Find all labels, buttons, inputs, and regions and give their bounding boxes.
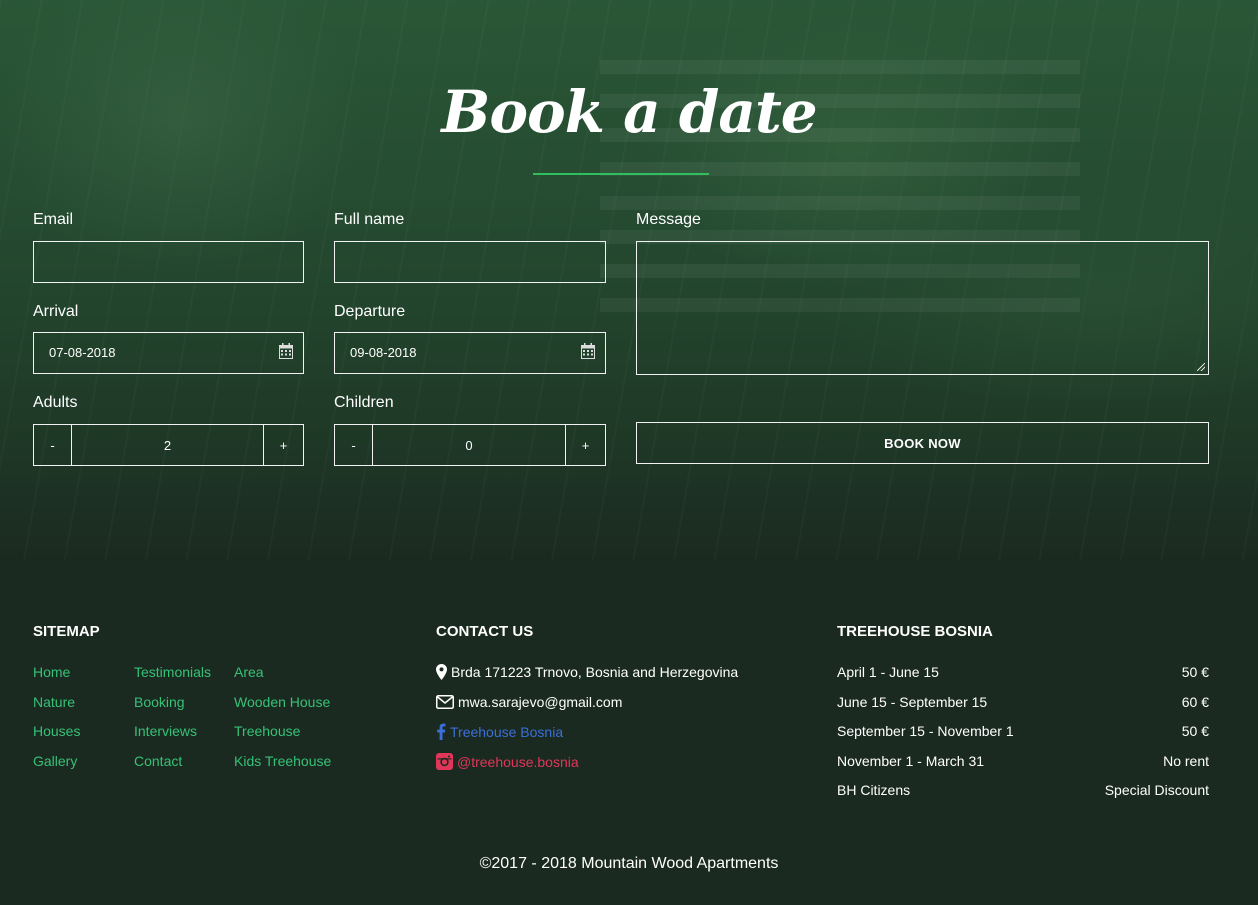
calendar-icon[interactable] (279, 343, 293, 359)
adults-decrement-button[interactable]: - (34, 425, 72, 465)
sitemap-link-nature[interactable]: Nature (33, 694, 75, 710)
envelope-icon (436, 695, 454, 709)
price-row: November 1 - March 31 No rent (837, 753, 1209, 769)
sitemap-link-booking[interactable]: Booking (134, 694, 185, 710)
sitemap-link-area[interactable]: Area (234, 664, 264, 680)
children-stepper: - 0 + (334, 424, 606, 466)
price-row: BH Citizens Special Discount (837, 782, 1209, 798)
instagram-icon (436, 753, 453, 770)
price-period: BH Citizens (837, 782, 911, 798)
departure-date-value: 09-08-2018 (350, 345, 417, 360)
message-textarea[interactable] (636, 241, 1209, 375)
map-marker-icon (436, 664, 447, 680)
price-value: Special Discount (1104, 782, 1209, 798)
departure-label: Departure (334, 303, 406, 320)
price-value: 50 € (1181, 664, 1209, 680)
email-label: Email (33, 211, 74, 228)
sitemap-link-treehouse[interactable]: Treehouse (234, 723, 300, 739)
sitemap-link-interviews[interactable]: Interviews (134, 723, 197, 739)
arrival-label: Arrival (33, 303, 79, 320)
children-decrement-button[interactable]: - (335, 425, 373, 465)
message-label: Message (636, 211, 701, 228)
children-increment-button[interactable]: + (566, 425, 605, 465)
price-period: November 1 - March 31 (837, 753, 985, 769)
arrival-date-field[interactable]: 07-08-2018 (33, 332, 304, 374)
contact-heading: CONTACT US (436, 623, 534, 640)
contact-email: mwa.sarajevo@gmail.com (436, 694, 622, 710)
contact-facebook[interactable]: Treehouse Bosnia (436, 723, 563, 740)
title-underline (533, 173, 709, 175)
treehouse-heading: TREEHOUSE BOSNIA (837, 623, 993, 640)
price-period: September 15 - November 1 (837, 723, 1014, 739)
book-now-button[interactable]: BOOK NOW (636, 422, 1209, 464)
adults-stepper: - 2 + (33, 424, 304, 466)
price-row: April 1 - June 15 50 € (837, 664, 1209, 680)
address-text: Brda 171223 Trnovo, Bosnia and Herzegovi… (451, 664, 739, 680)
contact-address: Brda 171223 Trnovo, Bosnia and Herzegovi… (436, 664, 738, 680)
contact-instagram[interactable]: @treehouse.bosnia (436, 753, 579, 770)
children-count-input[interactable]: 0 (373, 425, 566, 465)
departure-date-field[interactable]: 09-08-2018 (334, 332, 606, 374)
price-period: April 1 - June 15 (837, 664, 939, 680)
fullname-label: Full name (334, 211, 405, 228)
resize-handle-icon[interactable] (1197, 363, 1205, 371)
children-label: Children (334, 394, 394, 411)
price-value: 60 € (1181, 694, 1209, 710)
sitemap-link-wooden-house[interactable]: Wooden House (234, 694, 330, 710)
sitemap-link-contact[interactable]: Contact (134, 753, 182, 769)
fullname-field[interactable] (334, 241, 606, 283)
price-row: June 15 - September 15 60 € (837, 694, 1209, 710)
facebook-icon (437, 723, 446, 740)
sitemap-link-home[interactable]: Home (33, 664, 70, 680)
sitemap-link-kids-treehouse[interactable]: Kids Treehouse (234, 753, 331, 769)
calendar-icon[interactable] (581, 343, 595, 359)
instagram-link[interactable]: @treehouse.bosnia (457, 754, 579, 770)
arrival-date-value: 07-08-2018 (49, 345, 116, 360)
email-text[interactable]: mwa.sarajevo@gmail.com (458, 694, 622, 710)
sitemap-link-gallery[interactable]: Gallery (33, 753, 77, 769)
adults-increment-button[interactable]: + (264, 425, 303, 465)
adults-count-input[interactable]: 2 (72, 425, 264, 465)
price-row: September 15 - November 1 50 € (837, 723, 1209, 739)
email-field[interactable] (33, 241, 304, 283)
page-title: Book a date (441, 78, 817, 146)
copyright: ©2017 - 2018 Mountain Wood Apartments (479, 855, 779, 872)
facebook-link[interactable]: Treehouse Bosnia (450, 724, 563, 740)
adults-label: Adults (33, 394, 78, 411)
price-period: June 15 - September 15 (837, 694, 988, 710)
sitemap-link-testimonials[interactable]: Testimonials (134, 664, 211, 680)
sitemap-link-houses[interactable]: Houses (33, 723, 80, 739)
price-value: No rent (1163, 753, 1209, 769)
sitemap-heading: SITEMAP (33, 623, 100, 640)
price-value: 50 € (1181, 723, 1209, 739)
